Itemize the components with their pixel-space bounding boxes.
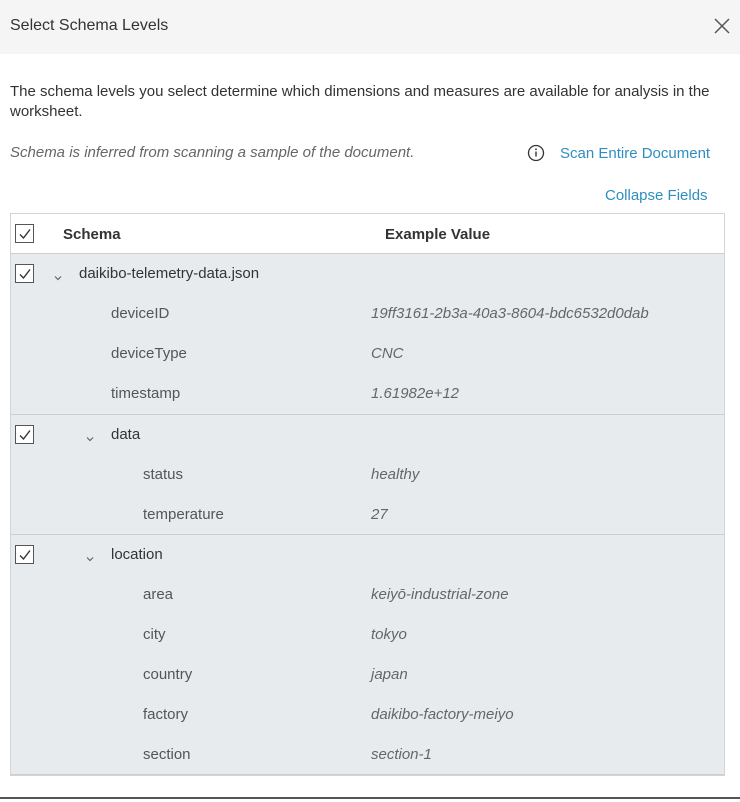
dialog-bottom-border [0,797,740,799]
field-example-value: tokyo [371,626,407,643]
field-row: factory daikibo-factory-meiyo [11,695,724,735]
info-icon [527,144,545,162]
field-row: section section-1 [11,735,724,775]
schema-group-root: daikibo-telemetry-data.json deviceID 19f… [11,254,724,415]
field-name: deviceID [111,305,170,322]
checkmark-icon [19,269,31,280]
schema-table: Schema Example Value daikibo-telemetry-d… [10,213,725,776]
field-row: status healthy [11,455,724,495]
group-name: data [111,426,141,443]
field-example-value: 19ff3161-2b3a-40a3-8604-bdc6532d0dab [371,305,649,322]
group-row: daikibo-telemetry-data.json [11,254,724,294]
field-name: factory [143,706,189,723]
field-name: deviceType [111,345,187,362]
field-name: status [143,466,184,483]
group-name: location [111,546,163,563]
chevron-down-icon[interactable] [53,269,63,281]
column-header-schema: Schema [63,226,121,243]
dialog-header: Select Schema Levels [0,0,740,54]
schema-group-data: data status healthy temperature 27 [11,415,724,535]
field-row: timestamp 1.61982e+12 [11,374,724,414]
scan-entire-document-link[interactable]: Scan Entire Document [560,145,710,162]
field-row: area keiyō-industrial-zone [11,575,724,615]
group-row: data [11,415,724,455]
checkmark-icon [19,229,31,240]
select-all-checkbox[interactable] [15,224,34,243]
field-row: temperature 27 [11,495,724,535]
chevron-down-icon[interactable] [85,430,95,442]
field-name: temperature [143,506,224,523]
dialog-title: Select Schema Levels [10,17,169,34]
field-name: area [143,586,174,603]
field-example-value: japan [371,666,408,683]
close-icon[interactable] [712,16,732,36]
checkmark-icon [19,550,31,561]
field-example-value: 27 [371,506,388,523]
scan-entire-document-button[interactable]: Scan Entire Document [527,144,710,162]
field-example-value: healthy [371,466,420,483]
field-example-value: keiyō-industrial-zone [371,586,509,603]
field-example-value: section-1 [371,746,432,763]
field-name: city [143,626,166,643]
collapse-fields-link[interactable]: Collapse Fields [605,187,708,204]
schema-group-location: location area keiyō-industrial-zone city… [11,535,724,775]
dialog-description: The schema levels you select determine w… [10,83,710,120]
field-row: country japan [11,655,724,695]
field-row: deviceType CNC [11,334,724,374]
group-checkbox[interactable] [15,545,34,564]
field-example-value: 1.61982e+12 [371,385,460,402]
field-example-value: daikibo-factory-meiyo [371,706,514,723]
group-checkbox[interactable] [15,264,34,283]
field-example-value: CNC [371,345,404,362]
schema-note: Schema is inferred from scanning a sampl… [10,144,415,161]
chevron-down-icon[interactable] [85,550,95,562]
group-name: daikibo-telemetry-data.json [79,265,260,282]
checkmark-icon [19,430,31,441]
field-name: section [143,746,191,763]
field-name: country [143,666,193,683]
column-header-example-value: Example Value [385,226,491,243]
field-row: city tokyo [11,615,724,655]
table-header: Schema Example Value [11,214,724,254]
field-row: deviceID 19ff3161-2b3a-40a3-8604-bdc6532… [11,294,724,334]
group-checkbox[interactable] [15,425,34,444]
group-row: location [11,535,724,575]
field-name: timestamp [111,385,181,402]
